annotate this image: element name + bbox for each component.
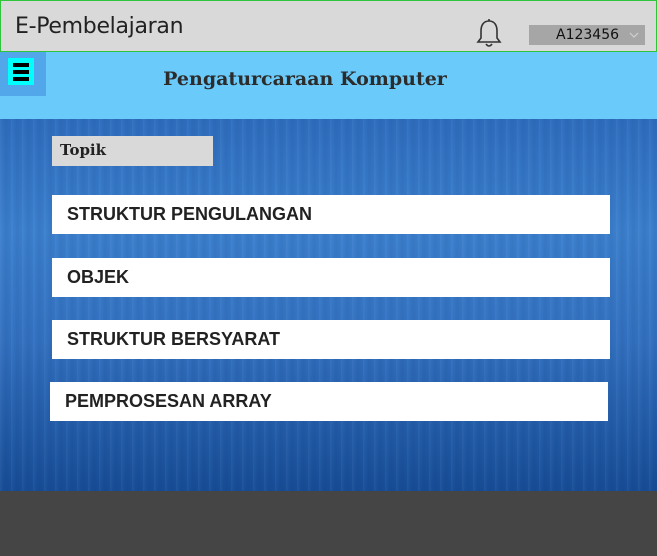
user-id: A123456 — [556, 27, 620, 43]
topic-item-pemprosesan-array[interactable]: PEMPROSESAN ARRAY — [50, 382, 608, 421]
topic-item-objek[interactable]: OBJEK — [52, 258, 610, 297]
topics-panel: Topik STRUKTUR PENGULANGAN OBJEK STRUKTU… — [0, 119, 657, 491]
chevron-down-icon — [629, 32, 639, 38]
bell-icon[interactable] — [475, 18, 503, 48]
user-dropdown[interactable]: A123456 — [529, 25, 645, 45]
app-title: E-Pembelajaran — [15, 14, 184, 39]
course-navbar: Pengaturcaraan Komputer — [0, 52, 657, 119]
footer-bar — [0, 491, 657, 556]
top-bar: E-Pembelajaran A123456 — [0, 0, 657, 52]
course-title: Pengaturcaraan Komputer — [163, 68, 447, 90]
topic-item-struktur-pengulangan[interactable]: STRUKTUR PENGULANGAN — [52, 195, 610, 234]
section-label: Topik — [52, 136, 213, 166]
topic-item-struktur-bersyarat[interactable]: STRUKTUR BERSYARAT — [52, 320, 610, 359]
